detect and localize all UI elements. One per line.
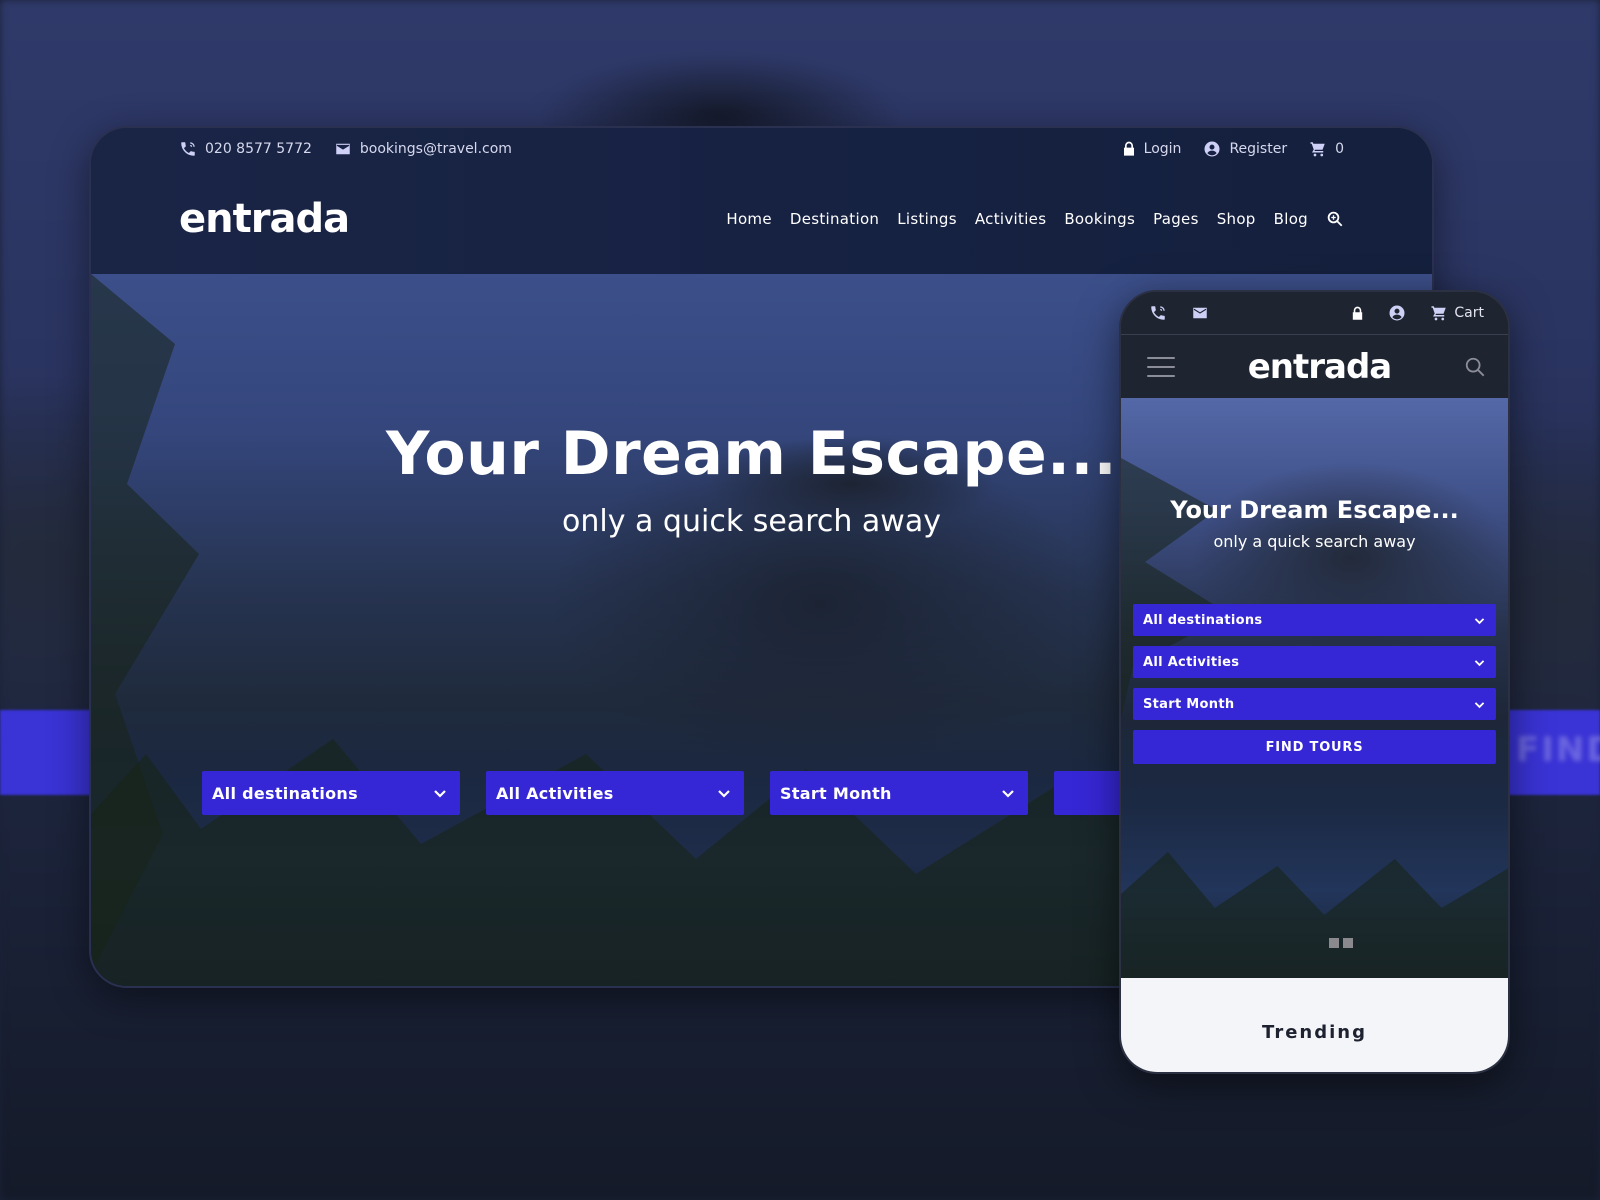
nav-listings[interactable]: Listings	[897, 210, 957, 228]
register-label: Register	[1229, 141, 1288, 157]
nav-menu: Home Destination Listings Activities Boo…	[726, 210, 1344, 228]
nav-activities[interactable]: Activities	[975, 210, 1046, 228]
account-links: Login Register 0	[1122, 140, 1344, 158]
start-month-select[interactable]: Start Month	[770, 771, 1028, 815]
mobile-hero-title: Your Dream Escape...	[1170, 496, 1459, 524]
slider-pagination	[1329, 938, 1353, 948]
activities-select-value: All Activities	[496, 783, 614, 803]
trending-heading: Trending	[1262, 1021, 1367, 1043]
search-icon[interactable]	[1464, 356, 1486, 378]
start-month-select-value: Start Month	[780, 783, 892, 803]
mobile-hero-subtitle: only a quick search away	[1213, 532, 1416, 551]
background-search-band	[0, 710, 100, 795]
nav-blog[interactable]: Blog	[1274, 210, 1308, 228]
slider-dot[interactable]	[1329, 938, 1339, 948]
mobile-mockup: Cart entrada Your Dream Escape... only a…	[1119, 290, 1510, 1074]
chevron-down-icon	[1474, 701, 1485, 708]
phone-link[interactable]: 020 8577 5772	[179, 140, 312, 158]
nav-shop[interactable]: Shop	[1217, 210, 1256, 228]
slider-dot[interactable]	[1343, 938, 1353, 948]
mobile-destination-select[interactable]: All destinations	[1133, 604, 1496, 636]
search-icon[interactable]	[1326, 210, 1344, 228]
mobile-navigation: entrada	[1121, 335, 1508, 398]
mobile-top-bar: Cart	[1121, 292, 1508, 335]
chevron-down-icon	[434, 790, 446, 798]
email-link[interactable]: bookings@travel.com	[334, 140, 512, 158]
login-label: Login	[1143, 141, 1182, 157]
mobile-start-month-select[interactable]: Start Month	[1133, 688, 1496, 720]
top-bar: 020 8577 5772 bookings@travel.com Login …	[179, 128, 1344, 170]
trending-section: Trending	[1121, 978, 1508, 1072]
hamburger-menu-icon[interactable]	[1147, 356, 1175, 377]
mobile-account-icons: Cart	[1351, 304, 1484, 322]
cart-icon	[1431, 306, 1447, 321]
chevron-down-icon	[718, 790, 730, 798]
cart-count: 0	[1335, 141, 1344, 157]
cart-icon	[1310, 142, 1325, 157]
mobile-site-logo[interactable]: entrada	[1248, 347, 1393, 387]
lock-icon[interactable]	[1351, 306, 1364, 321]
chevron-down-icon	[1474, 659, 1485, 666]
mobile-search-form: All destinations All Activities Start Mo…	[1133, 604, 1496, 764]
nav-destination[interactable]: Destination	[790, 210, 879, 228]
tree-silhouette	[91, 739, 1191, 986]
nav-home[interactable]: Home	[726, 210, 772, 228]
chevron-down-icon	[1002, 790, 1014, 798]
login-link[interactable]: Login	[1122, 141, 1182, 157]
mobile-destination-select-value: All destinations	[1143, 612, 1263, 628]
cart-link[interactable]: 0	[1309, 140, 1344, 158]
main-navigation: entrada Home Destination Listings Activi…	[179, 194, 1344, 244]
find-tours-button[interactable]: FIND TOURS	[1133, 730, 1496, 764]
mobile-start-month-select-value: Start Month	[1143, 696, 1235, 712]
phone-icon[interactable]	[1149, 304, 1167, 322]
mobile-contact-icons	[1149, 304, 1209, 322]
site-logo[interactable]: entrada	[179, 196, 350, 242]
nav-pages[interactable]: Pages	[1153, 210, 1199, 228]
site-header: 020 8577 5772 bookings@travel.com Login …	[91, 128, 1432, 274]
mobile-activities-select-value: All Activities	[1143, 654, 1240, 670]
mobile-cart-label: Cart	[1454, 305, 1484, 321]
user-circle-icon	[1204, 141, 1220, 157]
nav-bookings[interactable]: Bookings	[1064, 210, 1135, 228]
search-form: All destinations All Activities Start Mo…	[202, 771, 1134, 815]
destination-select[interactable]: All destinations	[202, 771, 460, 815]
background-search-band: FIND	[1500, 710, 1600, 795]
background-find-text: FIND	[1516, 730, 1600, 770]
phone-number: 020 8577 5772	[205, 141, 312, 157]
mail-icon[interactable]	[1191, 304, 1209, 322]
email-address: bookings@travel.com	[359, 141, 512, 157]
lock-icon	[1123, 141, 1134, 156]
mobile-activities-select[interactable]: All Activities	[1133, 646, 1496, 678]
user-circle-icon[interactable]	[1388, 304, 1406, 322]
chevron-down-icon	[1474, 617, 1485, 624]
contact-info: 020 8577 5772 bookings@travel.com	[179, 140, 512, 158]
phone-icon	[181, 142, 195, 156]
mail-icon	[336, 143, 350, 155]
tree-silhouette	[1121, 852, 1508, 978]
destination-select-value: All destinations	[212, 783, 358, 803]
register-link[interactable]: Register	[1203, 140, 1287, 158]
activities-select[interactable]: All Activities	[486, 771, 744, 815]
mobile-cart-link[interactable]: Cart	[1430, 304, 1484, 322]
mobile-hero-section: Your Dream Escape... only a quick search…	[1121, 398, 1508, 978]
